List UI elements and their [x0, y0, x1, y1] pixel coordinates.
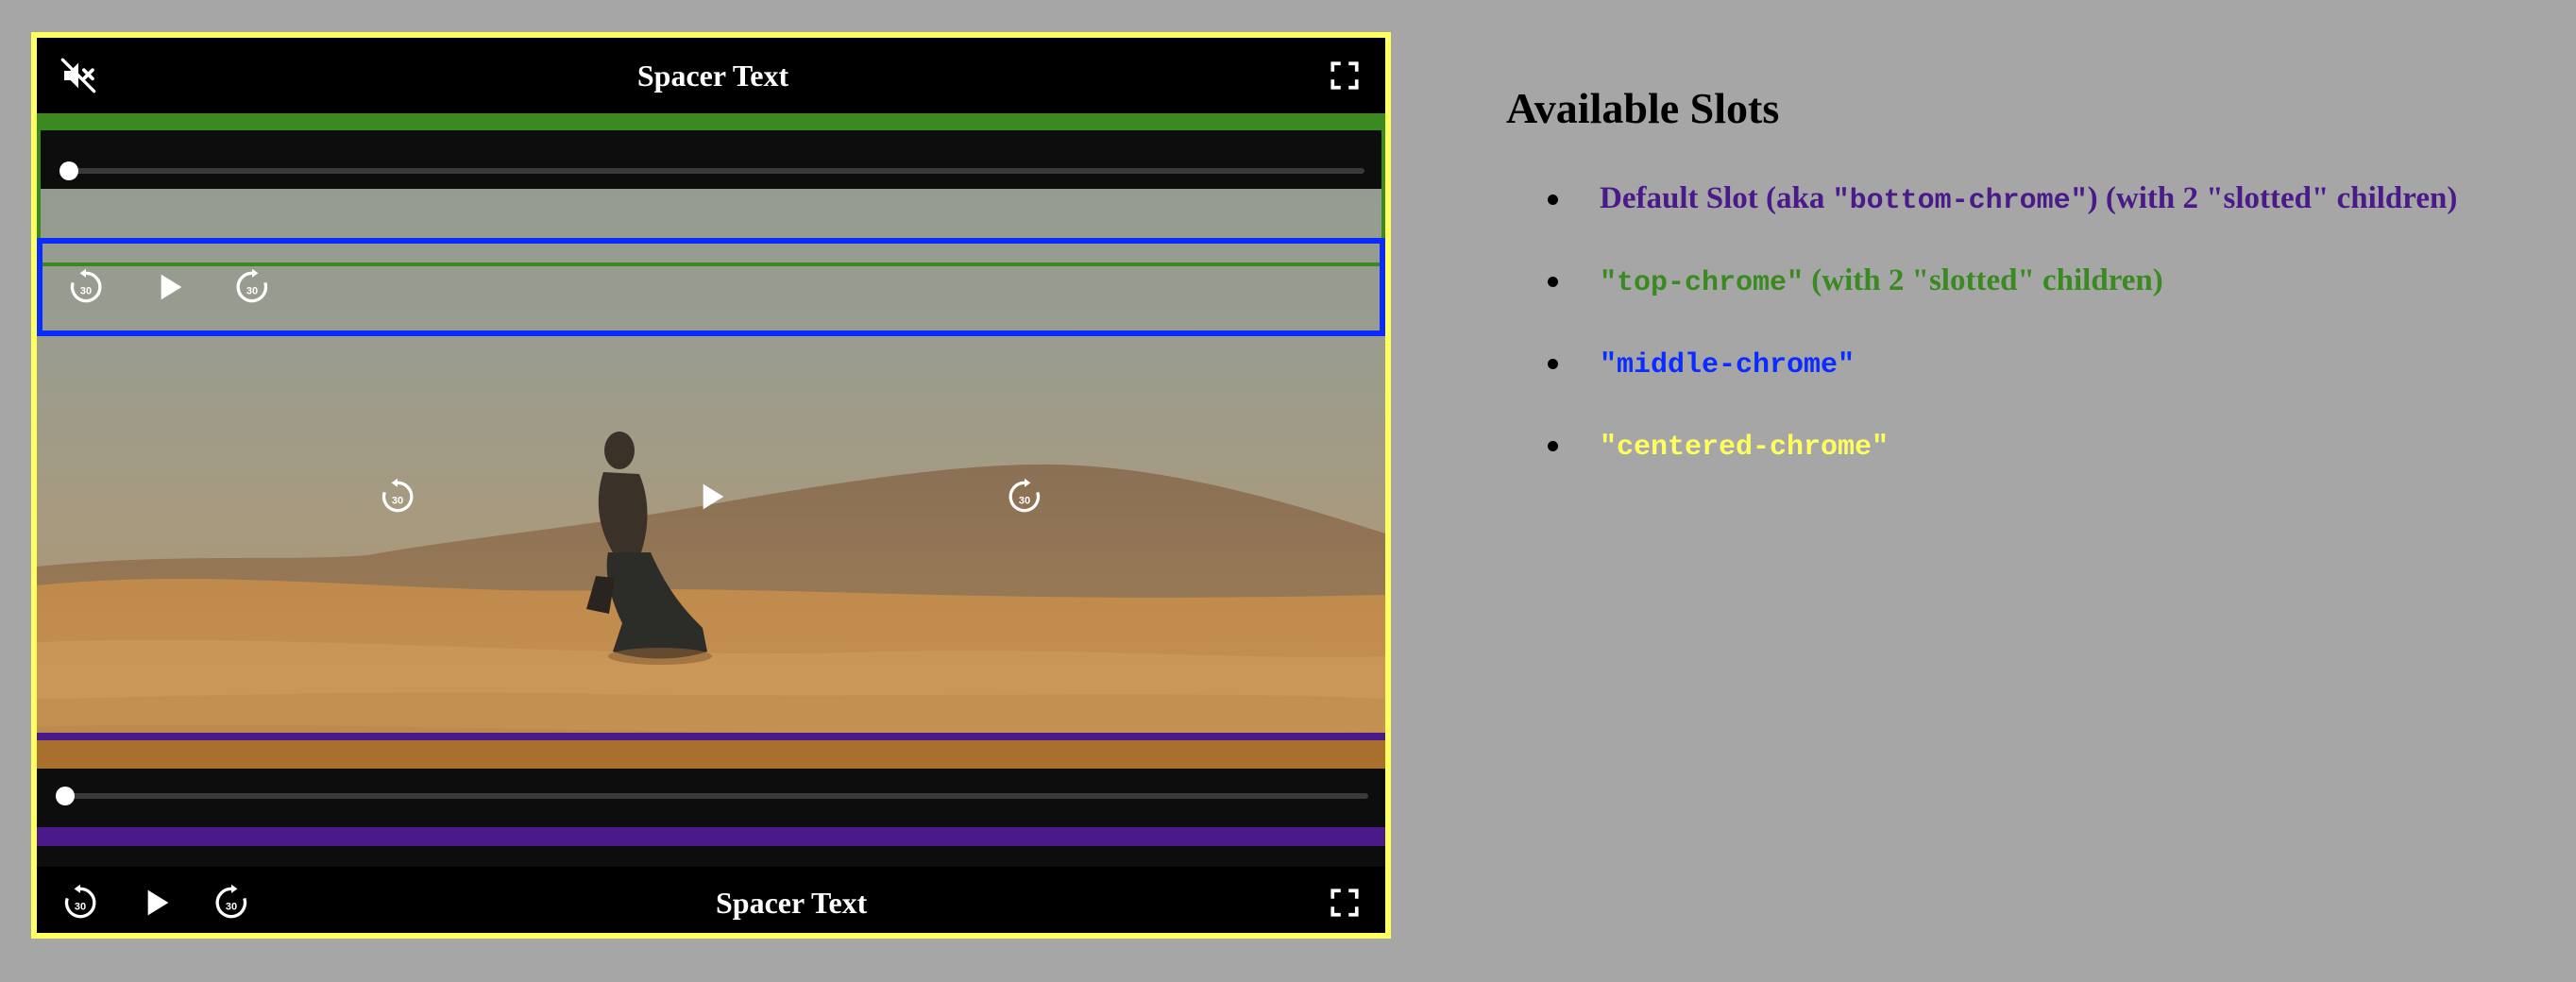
top-progress-bar[interactable]	[41, 130, 1381, 189]
svg-text:30: 30	[75, 901, 86, 912]
seek-backward-30-icon[interactable]: 30	[65, 266, 107, 308]
list-item: "middle-chrome"	[1548, 343, 2457, 385]
slots-heading: Available Slots	[1506, 84, 1780, 132]
svg-text:30: 30	[246, 285, 258, 296]
play-icon[interactable]	[150, 268, 188, 306]
video-player[interactable]: Spacer Text 30 30 30 30 30 30 Spacer Tex…	[31, 32, 1391, 939]
bottom-chrome-top-border	[37, 733, 1385, 740]
slots-list: Default Slot (aka "bottom-chrome") (with…	[1506, 178, 2457, 467]
seek-forward-30-icon[interactable]: 30	[211, 882, 252, 923]
fullscreen-icon[interactable]	[1329, 887, 1361, 919]
middle-chrome-slot: 30 30	[37, 238, 1385, 336]
play-icon[interactable]	[692, 478, 730, 516]
mute-icon[interactable]	[59, 57, 97, 94]
top-chrome-bar: Spacer Text	[37, 38, 1385, 113]
progress-thumb[interactable]	[56, 787, 75, 805]
seek-forward-30-icon[interactable]: 30	[231, 266, 273, 308]
progress-track[interactable]	[65, 793, 1368, 799]
seek-backward-30-icon[interactable]: 30	[59, 882, 101, 923]
centered-chrome-slot: 30 30	[37, 449, 1385, 544]
bottom-spacer-text: Spacer Text	[716, 885, 868, 920]
bottom-chrome-slot: 30 30 Spacer Text	[37, 733, 1385, 933]
slots-info-panel: Available Slots Default Slot (aka "botto…	[1506, 83, 2457, 507]
svg-text:30: 30	[1019, 495, 1030, 506]
list-item: Default Slot (aka "bottom-chrome") (with…	[1548, 178, 2457, 221]
top-spacer-text: Spacer Text	[636, 58, 789, 93]
bottom-chrome-strip	[37, 740, 1385, 769]
bottom-control-bar: 30 30 Spacer Text	[37, 867, 1385, 933]
list-item: "centered-chrome"	[1548, 425, 2457, 467]
progress-thumb[interactable]	[59, 161, 78, 180]
svg-text:30: 30	[226, 901, 237, 912]
seek-backward-30-icon[interactable]: 30	[377, 476, 418, 517]
svg-text:30: 30	[392, 495, 403, 506]
svg-text:30: 30	[80, 285, 92, 296]
bottom-chrome-divider	[37, 827, 1385, 846]
seek-forward-30-icon[interactable]: 30	[1004, 476, 1045, 517]
play-icon[interactable]	[137, 884, 175, 922]
progress-track[interactable]	[69, 168, 1364, 174]
bottom-progress-bar[interactable]	[37, 769, 1385, 827]
list-item: "top-chrome" (with 2 "slotted" children)	[1548, 261, 2457, 303]
fullscreen-icon[interactable]	[1329, 59, 1361, 92]
top-chrome-strip	[41, 113, 1381, 130]
